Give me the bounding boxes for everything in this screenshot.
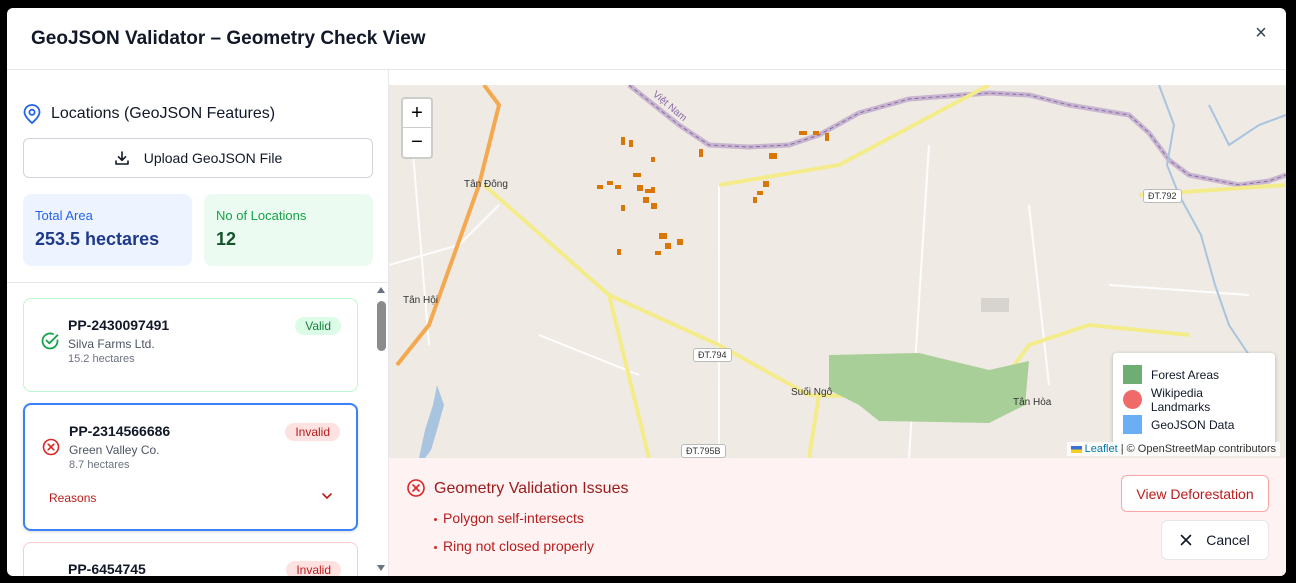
chevron-down-icon[interactable] (320, 489, 334, 503)
scroll-up-arrow-icon[interactable] (377, 287, 385, 293)
legend-item: Wikipedia Landmarks (1123, 385, 1265, 414)
location-card[interactable]: PP-2430097491 Silva Farms Ltd. 15.2 hect… (23, 298, 358, 392)
modal-header: GeoJSON Validator – Geometry Check View … (7, 8, 1286, 70)
location-owner: Green Valley Co. (69, 443, 160, 457)
x-circle-icon (42, 438, 60, 456)
scroll-down-arrow-icon[interactable] (377, 565, 385, 571)
view-deforestation-button[interactable]: View Deforestation (1121, 475, 1269, 512)
bullet-icon (434, 517, 437, 521)
map-pin-icon (23, 104, 41, 124)
cancel-label: Cancel (1206, 532, 1250, 548)
location-owner: Silva Farms Ltd. (68, 337, 155, 351)
place-label: Tân Đông (464, 179, 508, 190)
close-icon (1180, 534, 1192, 546)
attribution-text: | © OpenStreetMap contributors (1117, 443, 1276, 455)
close-icon[interactable]: × (1250, 22, 1272, 44)
status-badge: Valid (295, 317, 341, 335)
road-tag: ĐT.795B (681, 444, 726, 458)
issue-item: Polygon self-intersects (434, 510, 584, 526)
place-label: Tân Hội (403, 295, 439, 306)
download-icon (114, 151, 129, 165)
location-count-value: 12 (216, 229, 237, 249)
total-area-value: 253.5 hectares (35, 229, 160, 249)
legend-item: GeoJSON Data (1123, 412, 1265, 437)
location-area: 15.2 hectares (68, 353, 135, 365)
zoom-in-button[interactable]: + (403, 99, 431, 128)
locations-heading-text: Locations (GeoJSON Features) (51, 105, 276, 122)
modal-title: GeoJSON Validator – Geometry Check View (31, 28, 426, 49)
zoom-out-button[interactable]: − (403, 128, 431, 157)
location-count-label: No of Locations (216, 208, 307, 223)
issue-text: Ring not closed properly (443, 538, 594, 554)
road-tag: ĐT.792 (1143, 189, 1182, 203)
landmark-swatch (1123, 390, 1142, 409)
validation-issues-panel: Geometry Validation Issues Polygon self-… (389, 458, 1286, 576)
total-area-card: Total Area 253.5 hectares (23, 194, 192, 266)
zoom-control: + − (401, 97, 433, 159)
geojson-swatch (1123, 415, 1142, 434)
issue-item: Ring not closed properly (434, 538, 594, 554)
bullet-icon (434, 545, 437, 549)
locations-heading: Locations (GeoJSON Features) (23, 104, 275, 124)
location-id: PP-2430097491 (68, 317, 170, 333)
list-scrollbar[interactable] (373, 283, 389, 576)
legend-label: Wikipedia Landmarks (1150, 385, 1211, 414)
total-area-label: Total Area (35, 208, 93, 223)
locations-sidebar: Locations (GeoJSON Features) Upload GeoJ… (7, 70, 389, 576)
scroll-thumb[interactable] (377, 301, 386, 351)
cancel-button[interactable]: Cancel (1161, 520, 1269, 560)
upload-button-label: Upload GeoJSON File (143, 150, 283, 166)
legend-label: GeoJSON Data (1151, 417, 1235, 432)
location-id: PP-6454745 (68, 561, 146, 576)
issues-title: Geometry Validation Issues (434, 480, 629, 497)
place-label: Tân Hòa (1013, 397, 1052, 408)
check-circle-icon (41, 332, 59, 350)
status-badge: Invalid (286, 561, 341, 576)
location-card-selected[interactable]: PP-2314566686 Green Valley Co. 8.7 hecta… (23, 403, 358, 531)
place-label: Suối Ngô (791, 387, 833, 398)
status-badge: Invalid (285, 423, 340, 441)
ukraine-flag-icon (1070, 445, 1082, 453)
validator-modal: GeoJSON Validator – Geometry Check View … (7, 8, 1286, 576)
location-count-card: No of Locations 12 (204, 194, 373, 266)
issue-text: Polygon self-intersects (443, 510, 584, 526)
location-card[interactable]: PP-6454745 Invalid (23, 542, 358, 576)
leaflet-link[interactable]: Leaflet (1085, 443, 1118, 455)
map-legend: Forest Areas Wikipedia Landmarks GeoJSON… (1113, 353, 1275, 449)
map-view[interactable]: Tân Đông Tân Hội Suối Ngô Tân Hòa Việt N… (389, 85, 1286, 458)
location-id: PP-2314566686 (69, 423, 171, 439)
legend-item: Forest Areas (1123, 362, 1265, 387)
legend-label: Forest Areas (1151, 367, 1220, 382)
upload-geojson-button[interactable]: Upload GeoJSON File (23, 138, 373, 178)
map-attribution: Leaflet | © OpenStreetMap contributors (1066, 442, 1280, 456)
location-area: 8.7 hectares (69, 459, 130, 471)
forest-swatch (1123, 365, 1142, 384)
road-tag: ĐT.794 (693, 348, 732, 362)
x-circle-icon (407, 479, 425, 497)
reasons-toggle[interactable]: Reasons (49, 491, 96, 505)
location-list: PP-2430097491 Silva Farms Ltd. 15.2 hect… (7, 283, 389, 576)
